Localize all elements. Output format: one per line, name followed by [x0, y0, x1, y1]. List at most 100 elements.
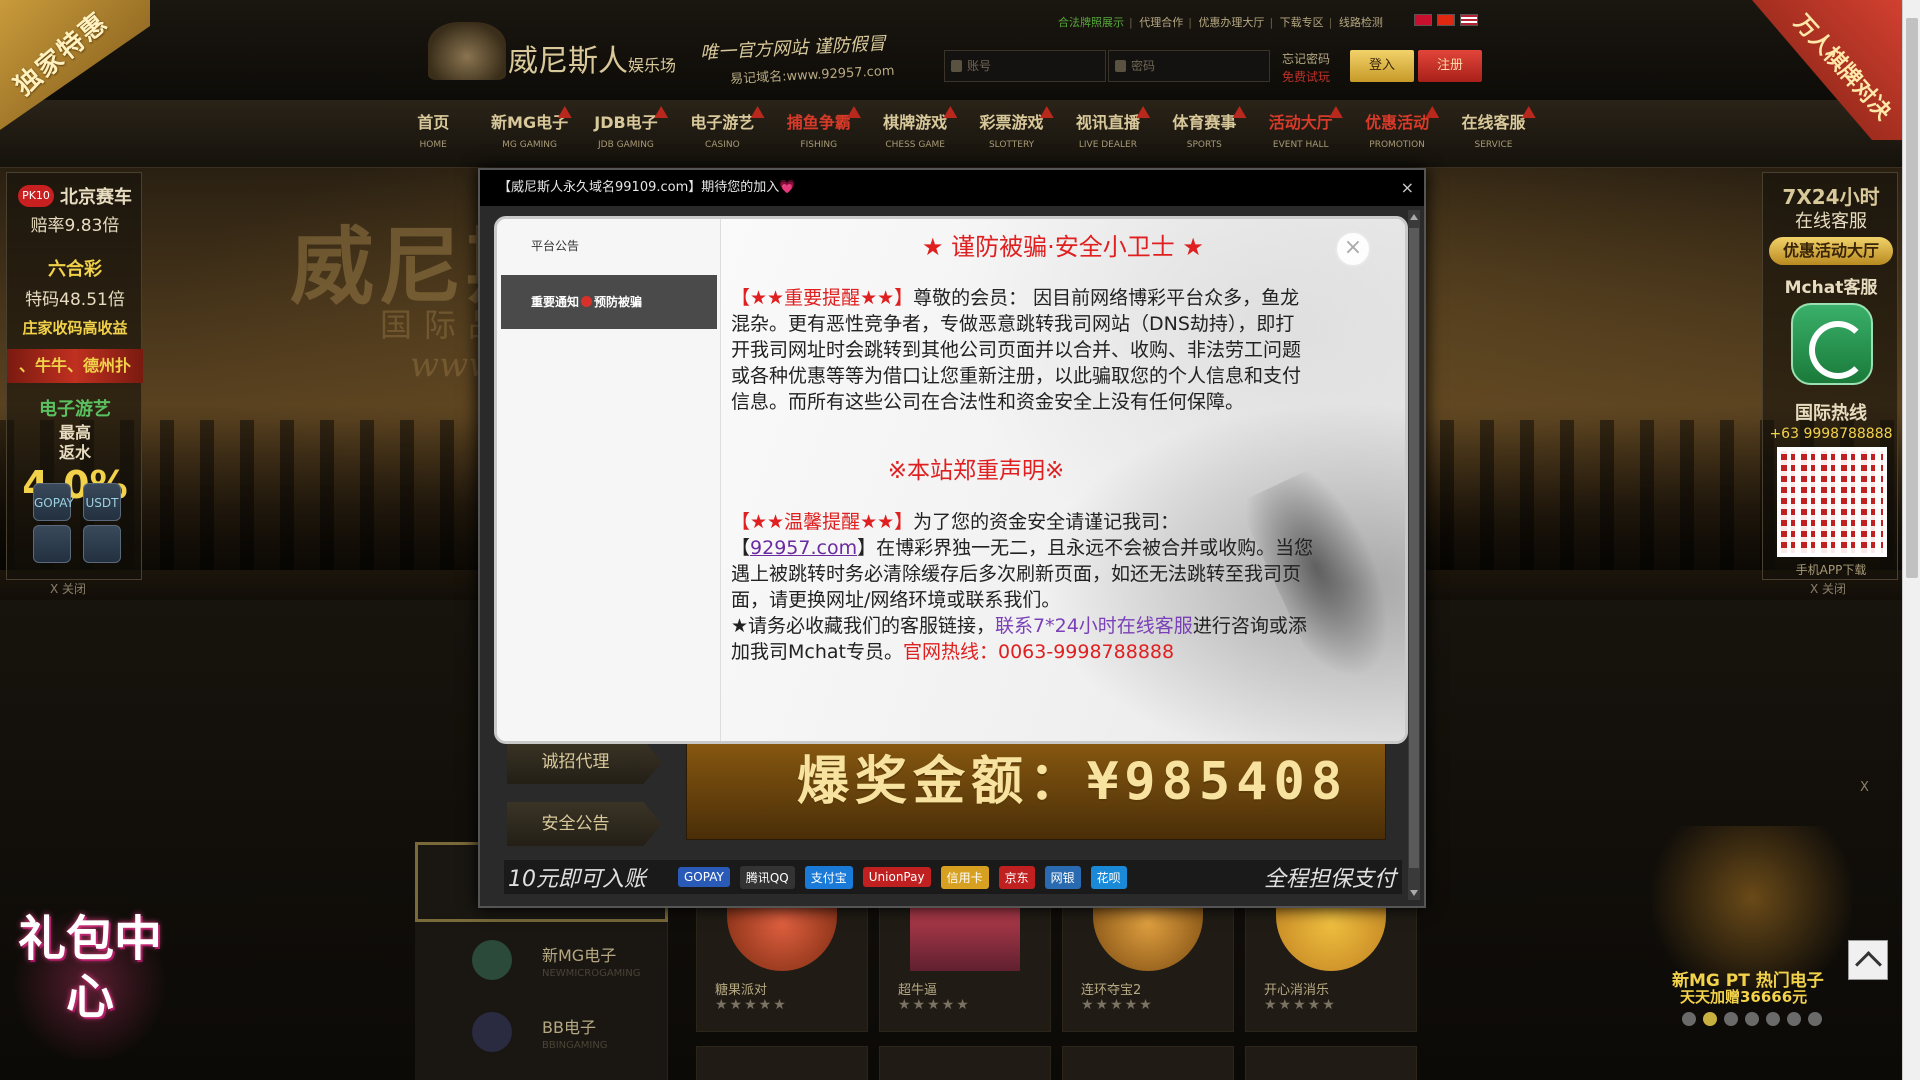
nav-item-promotion[interactable]: 优惠活动 PROMOTION: [1349, 106, 1445, 150]
alipay-logo-icon: 支付宝: [804, 865, 853, 889]
nav-item-event-hall[interactable]: 活动大厅 EVENT HALL: [1253, 106, 1349, 150]
top-link-license[interactable]: 合法牌照展示: [1058, 16, 1124, 29]
notice-declaration: ※本站郑重声明※: [887, 458, 1065, 484]
lhc-row[interactable]: 六合彩: [7, 255, 143, 281]
alipay-icon[interactable]: [33, 525, 71, 563]
game-card[interactable]: [696, 1046, 868, 1080]
nav-item-service[interactable]: 在线客服 SERVICE: [1445, 106, 1541, 150]
lion-logo-icon[interactable]: [428, 22, 506, 80]
game-rating: ★★★★★: [1081, 997, 1154, 1013]
flag-hk-icon[interactable]: [1414, 14, 1432, 26]
pk10-row[interactable]: PK10 北京赛车: [7, 183, 143, 209]
notice-paragraph-1: 【★★重要提醒★★】尊敬的会员： 因目前网络博彩平台众多，鱼龙混杂。更有恶性竞争…: [731, 287, 1302, 413]
top-link-agent[interactable]: 代理合作: [1139, 16, 1183, 29]
flag-us-icon[interactable]: [1460, 14, 1478, 26]
nav-item-slottery[interactable]: 彩票游戏 SLOTTERY: [963, 106, 1059, 150]
usdt-icon[interactable]: USDT: [83, 483, 121, 521]
agent-recruit-tab[interactable]: 诚招代理: [507, 740, 662, 784]
online-service-link[interactable]: 在线客服: [1795, 211, 1867, 232]
nav-sublabel: HOME: [419, 140, 447, 150]
game-rating: ★★★★★: [1264, 997, 1337, 1013]
tab-platform-notice[interactable]: 平台公告: [497, 219, 717, 273]
category-bb[interactable]: BB电子 BBINGAMING: [542, 1014, 608, 1051]
login-button[interactable]: 登入: [1350, 50, 1414, 82]
mchat-label: Mchat客服: [1784, 278, 1878, 298]
gopay-icon[interactable]: GOPAY: [33, 483, 74, 521]
pk10-title: 北京赛车: [60, 187, 132, 208]
domain-link[interactable]: 92957.com: [750, 537, 857, 559]
nav-item-fishing[interactable]: 捕鱼争霸 FISHING: [771, 106, 867, 150]
carousel-dot[interactable]: [1682, 1012, 1696, 1026]
nav-item-jdb-gaming[interactable]: JDB电子 JDB GAMING: [578, 106, 674, 150]
nav-sublabel: SLOTTERY: [988, 140, 1035, 150]
carousel-dot[interactable]: [1808, 1012, 1822, 1026]
carousel-dot[interactable]: [1703, 1012, 1717, 1026]
nav-item-mg-gaming[interactable]: 新MG电子 MG GAMING: [481, 106, 577, 150]
back-to-top-button[interactable]: [1848, 940, 1888, 980]
nav-item-live-dealer[interactable]: 视讯直播 LIVE DEALER: [1060, 106, 1156, 150]
nav-item-home[interactable]: 首页 HOME: [385, 110, 481, 150]
pay-lead-text: 10元即可入账: [508, 867, 646, 892]
nav-sublabel: MG GAMING: [502, 140, 558, 150]
hotline-label: 国际热线: [1795, 403, 1867, 424]
promo-close[interactable]: X: [1860, 780, 1869, 795]
wechat-icon[interactable]: [83, 525, 121, 563]
promo-carousel[interactable]: 新MG PT 热门电子 天天加赠36666元: [1652, 826, 1852, 1006]
top-link-download[interactable]: 下载专区: [1280, 16, 1324, 29]
carousel-dot[interactable]: [1766, 1012, 1780, 1026]
security-notice-tab[interactable]: 安全公告: [507, 802, 662, 846]
top-link-line-check[interactable]: 线路检测: [1339, 16, 1383, 29]
modal-close-button[interactable]: ×: [1401, 170, 1414, 206]
gift-center-badge[interactable]: 礼包中心: [10, 910, 170, 1060]
gopay-logo-icon: GOPAY: [678, 867, 730, 887]
dialog-close-icon[interactable]: ×: [1335, 231, 1371, 267]
carousel-dot[interactable]: [1787, 1012, 1801, 1026]
right-float-close[interactable]: X 关闭: [1810, 580, 1846, 597]
game-card[interactable]: [879, 1046, 1051, 1080]
modal-scrollbar[interactable]: [1408, 210, 1420, 900]
app-download-label[interactable]: 手机APP下载: [1796, 563, 1867, 577]
username-input[interactable]: 账号: [944, 50, 1106, 82]
page-scrollbar[interactable]: [1902, 0, 1920, 1080]
game-name: 糖果派对: [715, 983, 768, 998]
nav-label: 首页: [417, 113, 450, 132]
game-card[interactable]: [1062, 1046, 1234, 1080]
scroll-down-icon[interactable]: [1410, 890, 1418, 896]
promo-hall-button[interactable]: 优惠活动大厅: [1769, 237, 1893, 265]
page-scroll-thumb[interactable]: [1906, 18, 1918, 578]
game-name: 连环夺宝2: [1081, 983, 1142, 998]
tab-fraud-prevention[interactable]: 重要通知 预防被骗: [501, 275, 717, 329]
lhc-title: 六合彩: [48, 259, 102, 280]
carousel-dot[interactable]: [1745, 1012, 1759, 1026]
carousel-dot[interactable]: [1724, 1012, 1738, 1026]
nav-item-sports[interactable]: 体育赛事 SPORTS: [1156, 106, 1252, 150]
top-link-promo-hall[interactable]: 优惠办理大厅: [1198, 16, 1264, 29]
lhc-odds: 48.51倍: [59, 290, 125, 310]
game-card[interactable]: 超牛逼 ★★★★★: [879, 900, 1051, 1032]
egame-title: 电子游艺: [39, 399, 111, 420]
forgot-password-link[interactable]: 忘记密码: [1282, 50, 1330, 67]
left-float-close[interactable]: X 关闭: [50, 580, 86, 597]
game-card[interactable]: 糖果派对 ★★★★★: [696, 900, 868, 1032]
app-qr-code: [1777, 447, 1887, 557]
game-card[interactable]: 开心消消乐 ★★★★★: [1245, 900, 1417, 1032]
register-button[interactable]: 注册: [1418, 50, 1482, 82]
password-input[interactable]: 密码: [1108, 50, 1270, 82]
newmg-logo-icon: [472, 940, 512, 980]
flag-cn-icon[interactable]: [1437, 14, 1455, 26]
mchat-logo-icon[interactable]: [1791, 303, 1873, 385]
online-service-link-inline[interactable]: 联系7*24小时在线客服: [995, 615, 1193, 637]
promo-line-2: 天天加赠36666元: [1680, 988, 1808, 1006]
notice-content: ★ 谨防被骗·安全小卫士 ★ 【★★重要提醒★★】尊敬的会员： 因目前网络博彩平…: [721, 219, 1405, 741]
scroll-thumb[interactable]: [1409, 228, 1419, 868]
jackpot-banner: 爆奖金额：¥985408: [686, 736, 1386, 840]
category-newmg[interactable]: 新MG电子 NEWMICROGAMING: [542, 942, 640, 979]
free-trial-link[interactable]: 免费试玩: [1282, 68, 1330, 85]
nav-item-casino[interactable]: 电子游艺 CASINO: [674, 106, 770, 150]
scroll-up-icon[interactable]: [1410, 214, 1418, 220]
nav-item-chess-game[interactable]: 棋牌游戏 CHESS GAME: [867, 106, 963, 150]
game-card[interactable]: [1245, 1046, 1417, 1080]
game-card[interactable]: 连环夺宝2 ★★★★★: [1062, 900, 1234, 1032]
huabei-logo-icon: 花呗: [1090, 865, 1127, 889]
egame-row[interactable]: 电子游艺: [7, 395, 143, 421]
